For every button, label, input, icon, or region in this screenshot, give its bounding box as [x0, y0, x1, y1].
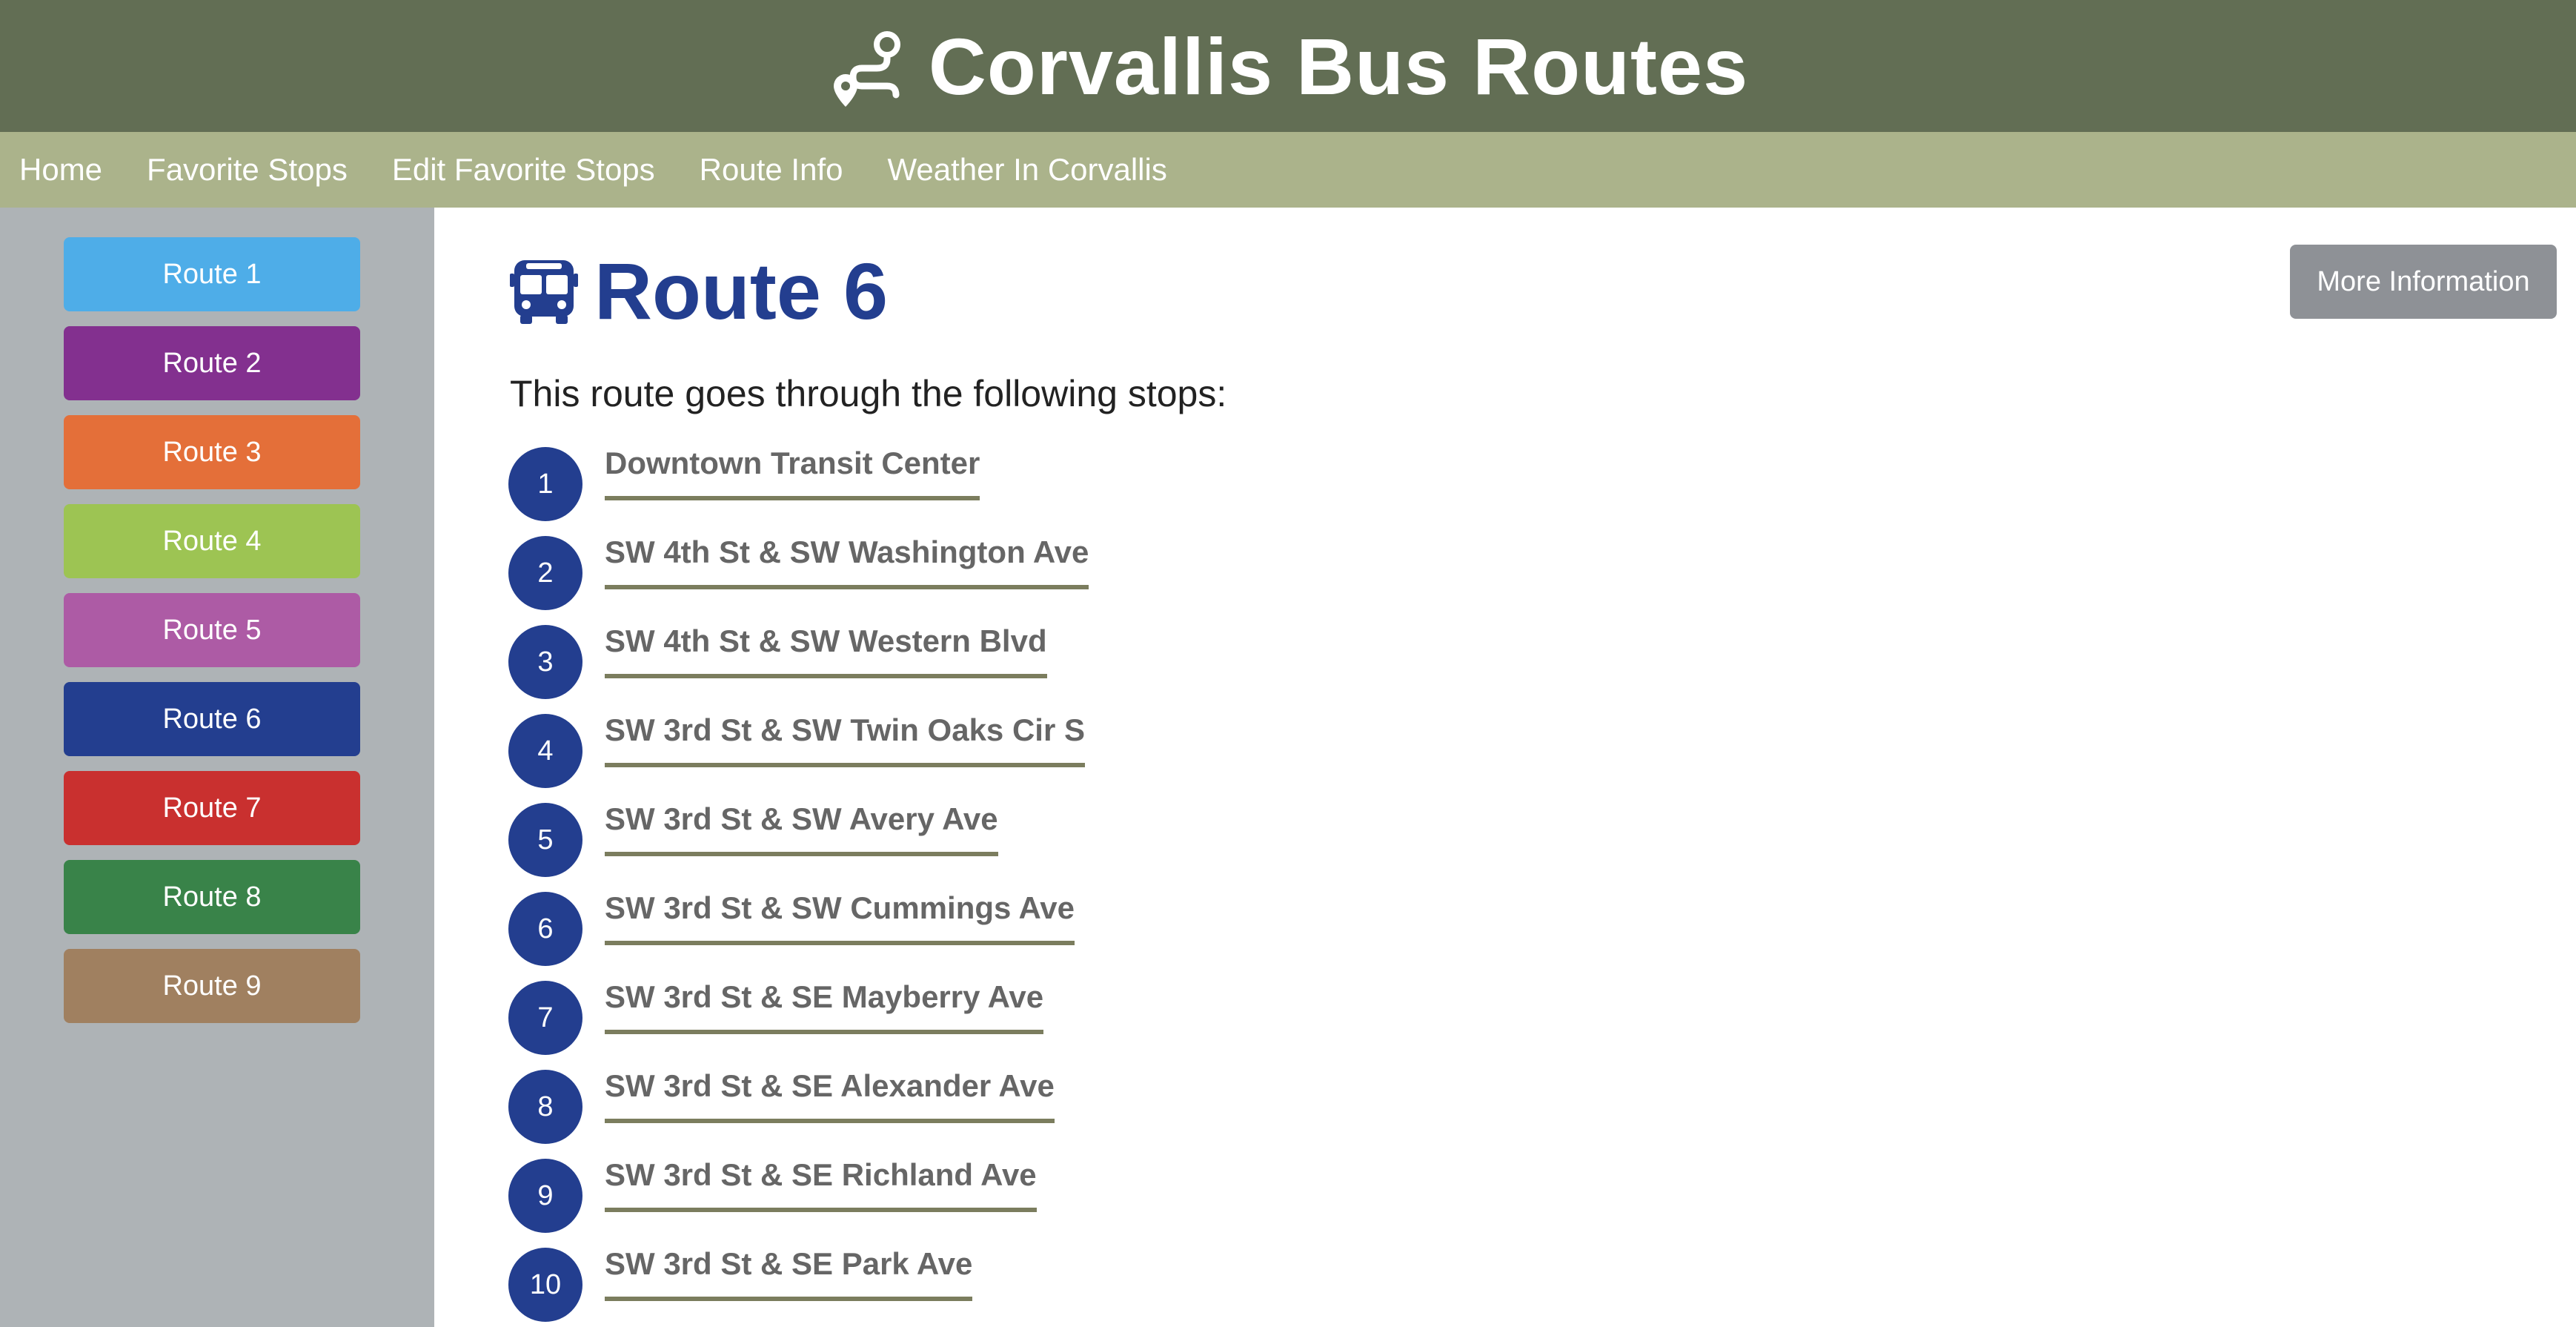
stop-number-badge: 3 [508, 625, 582, 699]
stop-link[interactable]: SW 3rd St & SE Mayberry Ave [605, 979, 1044, 1034]
stop-item: 10 SW 3rd St & SE Park Ave [508, 1246, 973, 1323]
stop-number-badge: 4 [508, 714, 582, 788]
site-title: Corvallis Bus Routes [928, 21, 1749, 111]
stop-number-badge: 9 [508, 1159, 582, 1233]
more-information-button[interactable]: More Information [2290, 245, 2557, 319]
stop-link[interactable]: SW 3rd St & SE Park Ave [605, 1246, 973, 1301]
stop-link[interactable]: Downtown Transit Center [605, 446, 980, 500]
stop-number-badge: 8 [508, 1070, 582, 1144]
nav-bar: Home Favorite Stops Edit Favorite Stops … [0, 132, 2576, 208]
stop-link[interactable]: SW 4th St & SW Western Blvd [605, 623, 1047, 678]
route-sidebar: Route 1 Route 2 Route 3 Route 4 Route 5 Route… [0, 208, 434, 1327]
stop-link[interactable]: SW 3rd St & SE Richland Ave [605, 1157, 1037, 1212]
stop-number-badge: 2 [508, 536, 582, 610]
nav-weather[interactable]: Weather In Corvallis [887, 152, 1166, 188]
stop-link[interactable]: SW 3rd St & SW Twin Oaks Cir S [605, 712, 1085, 767]
stop-number-badge: 10 [508, 1248, 582, 1322]
stop-item: 6 SW 3rd St & SW Cummings Ave [508, 890, 1075, 967]
stop-number-badge: 5 [508, 803, 582, 877]
route-button-2[interactable]: Route 2 [64, 326, 360, 400]
stop-item: 3 SW 4th St & SW Western Blvd [508, 623, 1047, 700]
route-button-8[interactable]: Route 8 [64, 860, 360, 934]
stop-link[interactable]: SW 3rd St & SE Alexander Ave [605, 1068, 1055, 1123]
stop-link[interactable]: SW 3rd St & SW Cummings Ave [605, 890, 1075, 945]
route-icon [833, 31, 900, 107]
stop-item: 4 SW 3rd St & SW Twin Oaks Cir S [508, 712, 1085, 789]
main-content: Route 6 More Information This route goes… [434, 208, 2576, 1327]
nav-edit-favorite-stops[interactable]: Edit Favorite Stops [392, 152, 655, 188]
stop-item: 5 SW 3rd St & SW Avery Ave [508, 801, 998, 878]
stop-number-badge: 6 [508, 892, 582, 966]
route-button-9[interactable]: Route 9 [64, 949, 360, 1023]
nav-route-info[interactable]: Route Info [700, 152, 843, 188]
route-heading: Route 6 [510, 245, 888, 337]
route-title: Route 6 [594, 246, 889, 336]
stop-item: 1 Downtown Transit Center [508, 446, 980, 522]
stop-item: 2 SW 4th St & SW Washington Ave [508, 535, 1089, 611]
route-button-1[interactable]: Route 1 [64, 237, 360, 311]
stop-item: 9 SW 3rd St & SE Richland Ave [508, 1157, 1037, 1234]
stop-link[interactable]: SW 4th St & SW Washington Ave [605, 535, 1089, 589]
stop-number-badge: 7 [508, 981, 582, 1055]
route-button-3[interactable]: Route 3 [64, 415, 360, 489]
route-button-7[interactable]: Route 7 [64, 771, 360, 845]
stops-heading: This route goes through the following st… [510, 373, 1227, 414]
route-button-5[interactable]: Route 5 [64, 593, 360, 667]
stop-number-badge: 1 [508, 447, 582, 521]
nav-home[interactable]: Home [19, 152, 102, 188]
stop-link[interactable]: SW 3rd St & SW Avery Ave [605, 801, 998, 856]
route-button-6[interactable]: Route 6 [64, 682, 360, 756]
nav-favorite-stops[interactable]: Favorite Stops [147, 152, 348, 188]
route-button-4[interactable]: Route 4 [64, 504, 360, 578]
stop-item: 8 SW 3rd St & SE Alexander Ave [508, 1068, 1055, 1145]
site-header: Corvallis Bus Routes [0, 0, 2576, 132]
stop-item: 7 SW 3rd St & SE Mayberry Ave [508, 979, 1044, 1056]
bus-icon [510, 259, 578, 324]
